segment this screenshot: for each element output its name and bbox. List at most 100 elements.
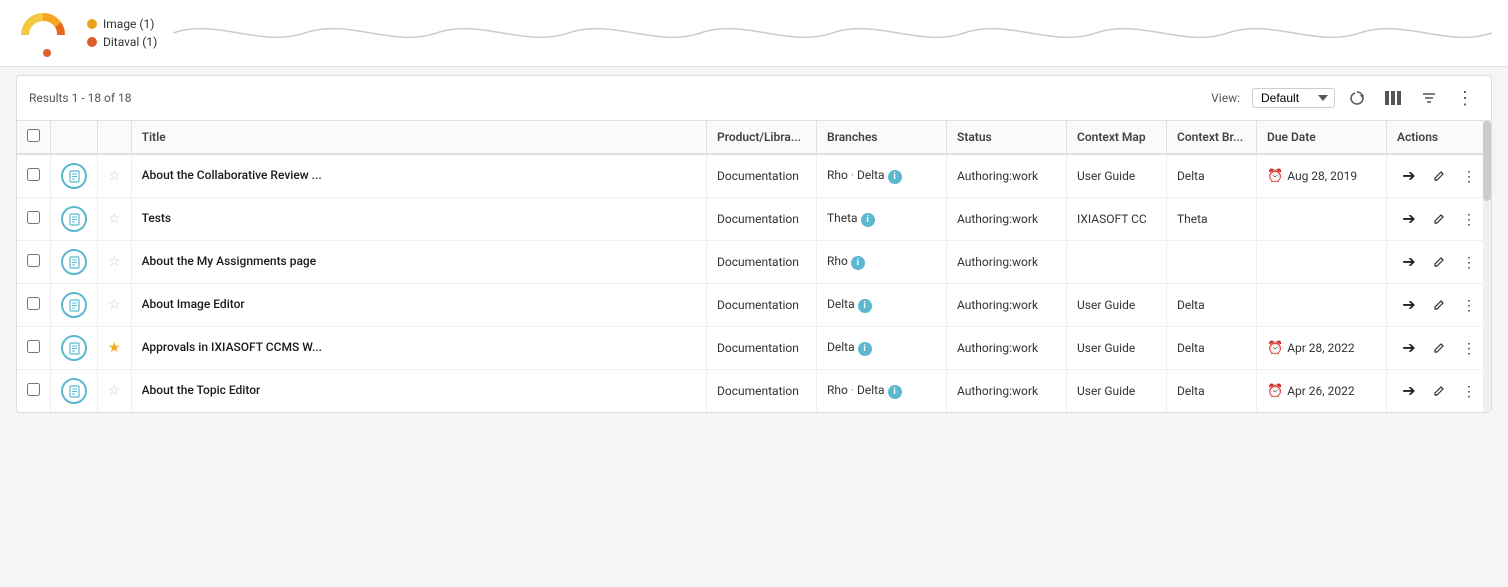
refresh-button[interactable] [1343,84,1371,112]
row-more-button[interactable]: ⋮ [1457,293,1481,317]
row-context-map: User Guide [1067,284,1167,327]
edit-button[interactable] [1427,164,1451,188]
row-star-cell[interactable]: ☆ [98,370,132,413]
row-due-date: ⏰ Apr 28, 2022 [1257,327,1387,370]
doc-svg [68,213,81,226]
row-due-date [1257,284,1387,327]
row-context-map: User Guide [1067,370,1167,413]
scrollbar-thumb[interactable] [1483,121,1491,201]
row-due-date: ⏰ Apr 26, 2022 [1257,370,1387,413]
row-checkbox[interactable] [27,211,40,224]
row-branches: Rho · Delta i [817,154,947,198]
edit-icon [1433,385,1446,398]
branch-info-icon[interactable]: i [861,213,875,227]
toolbar: Results 1 - 18 of 18 View: Default Compa… [17,76,1491,121]
doc-icon [61,335,87,361]
refresh-icon [1350,91,1364,105]
row-more-button[interactable]: ⋮ [1457,250,1481,274]
header-context-map: Context Map [1067,121,1167,154]
header-actions: Actions [1387,121,1492,154]
row-checkbox[interactable] [27,340,40,353]
branch-info-icon[interactable]: i [888,170,902,184]
header-title: Title [131,121,706,154]
row-product: Documentation [707,154,817,198]
row-more-button[interactable]: ⋮ [1457,336,1481,360]
header-checkbox-cell [17,121,51,154]
row-status: Authoring:work [947,370,1067,413]
edit-button[interactable] [1427,379,1451,403]
table-row: ☆About the Collaborative Review ...Docum… [17,154,1491,198]
row-actions-cell: ➔ ⋮ [1387,241,1492,284]
action-buttons: ➔ ⋮ [1397,164,1481,188]
navigate-button[interactable]: ➔ [1397,293,1421,317]
row-checkbox-cell [17,284,51,327]
doc-icon [61,206,87,232]
navigate-button[interactable]: ➔ [1397,336,1421,360]
row-more-button[interactable]: ⋮ [1457,164,1481,188]
action-buttons: ➔ ⋮ [1397,336,1481,360]
row-more-button[interactable]: ⋮ [1457,379,1481,403]
row-actions-cell: ➔ ⋮ [1387,198,1492,241]
row-star-cell[interactable]: ★ [98,327,132,370]
row-title-cell: Tests [131,198,706,241]
edit-button[interactable] [1427,336,1451,360]
row-more-button[interactable]: ⋮ [1457,207,1481,231]
clock-icon: ⏰ [1267,384,1283,399]
due-date-container: ⏰ Aug 28, 2019 [1267,169,1376,184]
branch-info-icon[interactable]: i [888,385,902,399]
row-star-cell[interactable]: ☆ [98,154,132,198]
branch-name: Rho [827,383,848,397]
filter-button[interactable] [1415,84,1443,112]
edit-icon [1433,342,1446,355]
navigate-button[interactable]: ➔ [1397,250,1421,274]
main-container: Results 1 - 18 of 18 View: Default Compa… [16,75,1492,413]
more-options-button[interactable]: ⋮ [1451,84,1479,112]
navigate-button[interactable]: ➔ [1397,164,1421,188]
more-options-icon: ⋮ [1456,89,1474,107]
row-star-cell[interactable]: ☆ [98,284,132,327]
navigate-button[interactable]: ➔ [1397,207,1421,231]
branch-info-icon[interactable]: i [858,342,872,356]
row-star-cell[interactable]: ☆ [98,198,132,241]
navigate-button[interactable]: ➔ [1397,379,1421,403]
row-star-cell[interactable]: ☆ [98,241,132,284]
row-context-br: Delta [1167,370,1257,413]
branch-name: Delta [827,297,855,311]
row-status: Authoring:work [947,198,1067,241]
table-header-row: Title Product/Libra... Branches Status C [17,121,1491,154]
legend-dot-image [87,19,97,29]
row-checkbox-cell [17,370,51,413]
action-buttons: ➔ ⋮ [1397,250,1481,274]
row-title: Approvals in IXIASOFT CCMS W... [142,340,322,354]
branch-name: Theta [827,211,858,225]
row-checkbox[interactable] [27,254,40,267]
table-row: ★ Approvals in IXIASOFT CCMS W... Document… [17,327,1491,370]
row-checkbox[interactable] [27,168,40,181]
row-title-cell: Approvals in IXIASOFT CCMS W... [131,327,706,370]
row-actions-cell: ➔ ⋮ [1387,284,1492,327]
branch-info-icon[interactable]: i [858,299,872,313]
row-branches: Rho i [817,241,947,284]
doc-svg [68,385,81,398]
row-title-cell: About the Topic Editor [131,370,706,413]
row-checkbox[interactable] [27,297,40,310]
row-due-date: ⏰ Aug 28, 2019 [1257,154,1387,198]
view-select[interactable]: Default Compact Detailed [1252,88,1335,108]
table-row: ☆About Image EditorDocumentationDelta iA… [17,284,1491,327]
edit-button[interactable] [1427,293,1451,317]
edit-button[interactable] [1427,250,1451,274]
row-checkbox[interactable] [27,383,40,396]
scrollbar-track[interactable] [1483,121,1491,412]
row-checkbox-cell [17,241,51,284]
select-all-checkbox[interactable] [27,129,40,142]
edit-button[interactable] [1427,207,1451,231]
row-title: About Image Editor [142,297,245,311]
branch-name: Delta [827,340,855,354]
row-context-br: Delta [1167,154,1257,198]
branch-info-icon[interactable]: i [851,256,865,270]
row-status: Authoring:work [947,327,1067,370]
columns-button[interactable] [1379,84,1407,112]
row-product: Documentation [707,327,817,370]
branch-name: Delta [857,168,885,182]
row-title-cell: About the Collaborative Review ... [131,154,706,198]
